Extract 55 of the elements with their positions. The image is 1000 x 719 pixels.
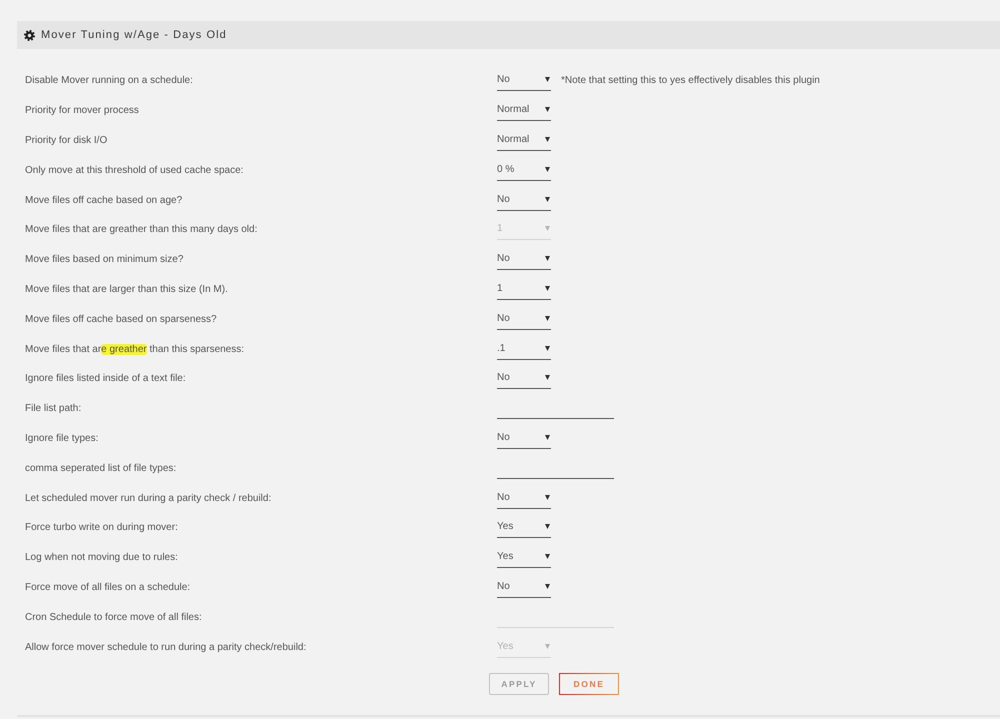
dropdown[interactable]: .1	[497, 338, 551, 360]
setting-label: Force turbo write on during mover:	[25, 521, 179, 536]
dropdown[interactable]: No	[497, 488, 551, 509]
setting-label: Move files off cache based on age?	[25, 194, 184, 208]
setting-label: Priority for mover process	[25, 104, 140, 118]
setting-label: Move files that are greather than this sparseness:	[25, 342, 246, 357]
dropdown[interactable]: Normal	[497, 130, 551, 151]
caret-icon	[545, 644, 550, 649]
dropdown[interactable]: No	[497, 70, 551, 92]
dropdown[interactable]: Yes	[497, 547, 551, 568]
caret-icon	[545, 554, 550, 560]
caret-icon	[545, 524, 550, 530]
setting-label: Cron Schedule to force move of all files:	[25, 610, 203, 625]
setting-label: Priority for disk I/O	[25, 134, 108, 148]
caret-icon	[545, 136, 550, 142]
setting-label: Move files off cache based on sparseness?	[25, 312, 218, 327]
dropdown[interactable]: 1	[497, 278, 551, 300]
setting-label: File list path:	[25, 402, 82, 416]
setting-label: Let scheduled mover run during a parity check / rebuild:	[25, 492, 272, 506]
setting-label: Ignore files listed inside of a text file:	[25, 372, 187, 386]
note-text: *Note that setting this to yes effectively disables this plugin	[561, 74, 820, 88]
setting-label: Allow force mover schedule to run during a parity check/rebuild:	[25, 640, 308, 655]
caret-icon	[545, 316, 550, 321]
dropdown[interactable]: No	[497, 368, 551, 390]
caret-icon	[545, 286, 550, 291]
dropdown[interactable]: No	[497, 576, 551, 598]
setting-label: Move files that are greather than this many days old:	[25, 223, 258, 238]
caret-icon	[545, 494, 550, 500]
caret-icon	[545, 77, 550, 82]
setting-label: Move files based on minimum size?	[25, 253, 184, 268]
dropdown[interactable]: Yes	[497, 517, 551, 538]
dropdown[interactable]: Normal	[497, 100, 551, 122]
setting-label: Only move at this threshold of used cache space:	[25, 164, 244, 178]
caret-icon	[545, 584, 550, 589]
setting-label: Disable Mover running on a schedule:	[25, 74, 194, 88]
caret-icon	[545, 256, 550, 262]
caret-icon	[545, 375, 550, 380]
setting-label: comma seperated list of file types:	[25, 462, 178, 476]
setting-label: Move files that are larger than this size (In M).	[25, 282, 229, 297]
dropdown[interactable]: 0 %	[497, 160, 551, 181]
gear-icon	[24, 30, 35, 40]
dropdown[interactable]: No	[497, 190, 551, 211]
dropdown[interactable]: No	[497, 249, 551, 270]
dropdown[interactable]: No	[497, 428, 551, 449]
caret-icon	[545, 196, 550, 202]
setting-label: Ignore file types:	[25, 432, 100, 446]
setting-label: Log when not moving due to rules:	[25, 551, 179, 566]
setting-label: Force move of all files on a schedule:	[25, 580, 192, 595]
caret-icon	[545, 346, 550, 351]
caret-icon	[545, 166, 550, 172]
dropdown[interactable]: No	[497, 308, 551, 330]
caret-icon	[545, 434, 550, 440]
caret-icon	[545, 226, 550, 232]
caret-icon	[545, 107, 550, 112]
section-title: Mover Tuning w/Age - Days Old	[41, 28, 227, 43]
